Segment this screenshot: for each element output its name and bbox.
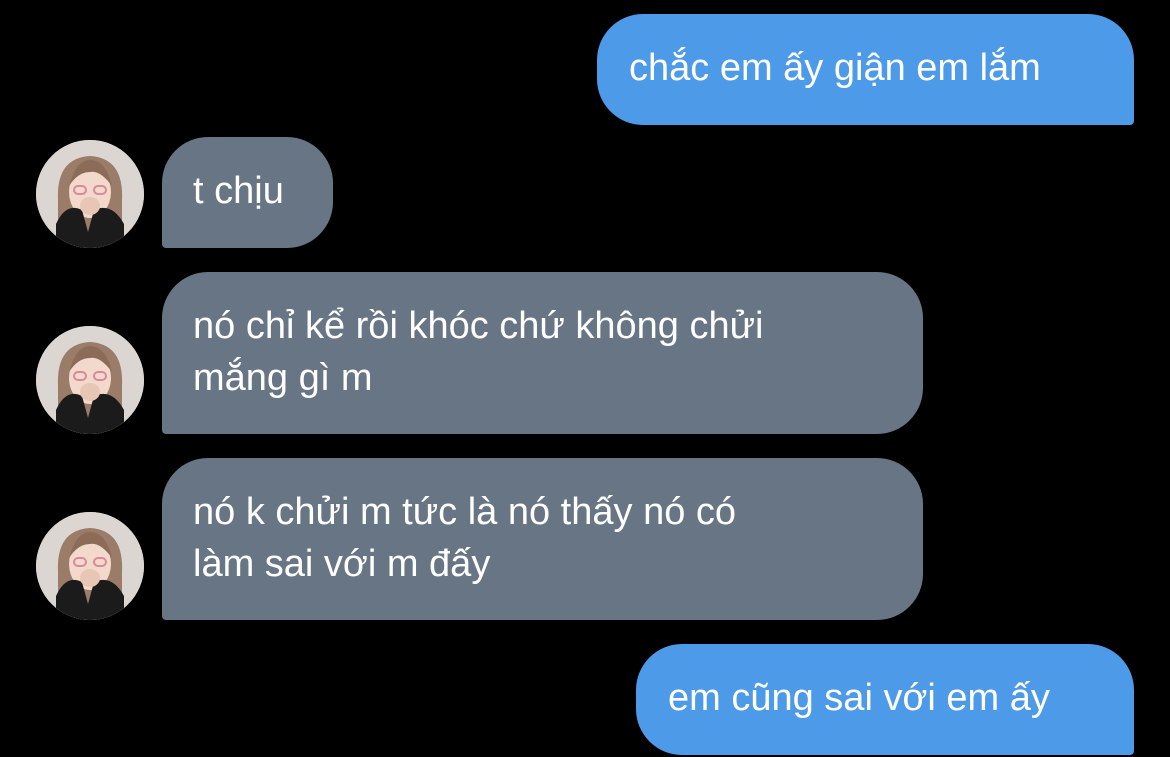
contact-avatar[interactable]	[36, 140, 144, 248]
message-bubble-incoming[interactable]: t chịu	[162, 137, 333, 248]
contact-avatar-icon	[36, 512, 144, 620]
contact-avatar[interactable]	[36, 326, 144, 434]
message-bubble-incoming[interactable]: nó chỉ kể rồi khóc chứ không chửi mắng g…	[162, 272, 923, 434]
message-bubble-outgoing[interactable]: chắc em ấy giận em lắm	[597, 14, 1134, 125]
message-bubble-outgoing[interactable]: em cũng sai với em ấy	[636, 644, 1134, 755]
contact-avatar-icon	[36, 140, 144, 248]
contact-avatar[interactable]	[36, 512, 144, 620]
message-bubble-incoming[interactable]: nó k chửi m tức là nó thấy nó có làm sai…	[162, 458, 923, 620]
contact-avatar-icon	[36, 326, 144, 434]
